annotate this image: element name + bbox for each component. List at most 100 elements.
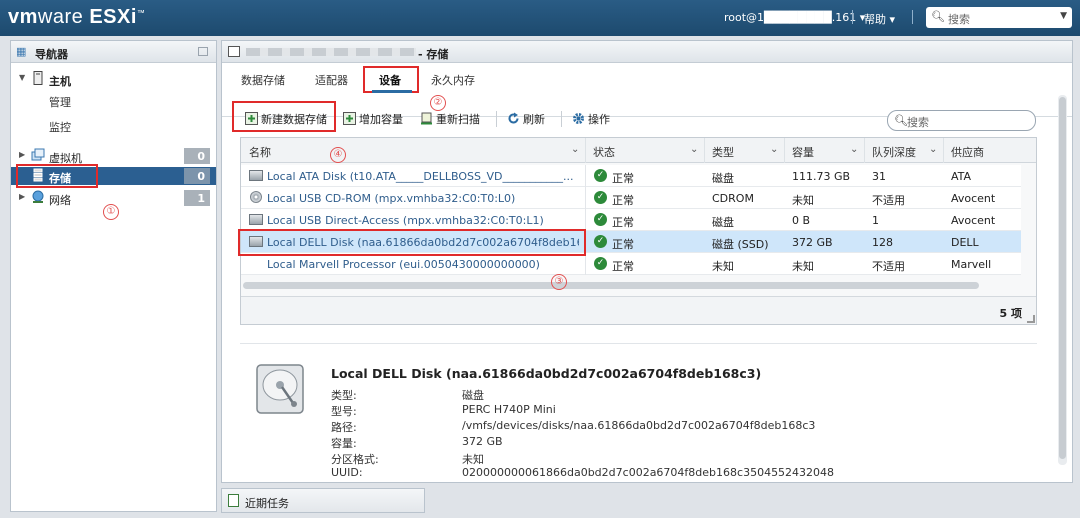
panel-title: - 存储 xyxy=(418,48,449,61)
collapse-panel-button[interactable] xyxy=(198,47,208,56)
column-header-vendor[interactable]: 供应商 xyxy=(951,144,984,160)
detail-value: PERC H740P Mini xyxy=(462,403,556,416)
highlight-box-new-datastore xyxy=(232,101,336,132)
chevron-down-icon[interactable]: ⌄ xyxy=(571,144,579,155)
nav-item-host-label: 主机 xyxy=(49,75,71,88)
type-cell: 磁盘 xyxy=(712,172,734,185)
tab-datastores[interactable]: 数据存储 xyxy=(241,72,285,88)
chevron-down-icon[interactable]: ⌄ xyxy=(929,144,937,155)
toolbar-separator xyxy=(561,111,562,127)
device-name-link[interactable]: Local USB CD-ROM (mpx.vmhba32:C0:T0:L0) xyxy=(267,192,579,205)
top-bar: vmware ESXi™ root@1████████.161 ▾ 帮助 ▾ 🔍… xyxy=(0,0,1080,36)
tab-devices[interactable]: 设备 xyxy=(379,72,401,88)
detail-value: 未知 xyxy=(462,453,484,466)
tab-adapters[interactable]: 适配器 xyxy=(315,72,348,88)
status-cell: 正常 xyxy=(612,260,634,273)
item-count: 5 项 xyxy=(999,307,1022,320)
check-circle-icon: ✓ xyxy=(594,169,607,182)
status-cell: 正常 xyxy=(612,238,634,251)
actions-button[interactable]: 操作 xyxy=(572,111,610,127)
increase-capacity-button[interactable]: 增加容量 xyxy=(343,111,403,127)
table-row[interactable]: Local ATA Disk (t10.ATA_____DELLBOSS_VD_… xyxy=(241,165,1021,187)
detail-label: UUID: xyxy=(331,466,363,479)
chevron-down-icon: ▼ xyxy=(1060,11,1067,21)
host-icon xyxy=(33,71,43,85)
column-divider xyxy=(585,187,586,209)
column-divider xyxy=(943,138,944,163)
column-divider xyxy=(784,138,785,163)
device-search-input[interactable]: 🔍︎ 搜索 xyxy=(887,110,1036,131)
nav-item-manage[interactable]: 管理 xyxy=(49,94,71,110)
search-icon: 🔍︎ xyxy=(931,10,945,23)
rescan-label: 重新扫描 xyxy=(436,113,480,126)
queue-depth-cell: 1 xyxy=(872,214,879,227)
annotation-number-1: ① xyxy=(103,204,119,220)
annotation-number-3: ③ xyxy=(551,274,567,290)
table-row[interactable]: Local USB Direct-Access (mpx.vmhba32:C0:… xyxy=(241,209,1021,231)
help-menu[interactable]: 帮助 ▾ xyxy=(864,11,895,27)
table-header: 名称 ⌄ 状态 ⌄ 类型 ⌄ 容量 ⌄ 队列深度 ⌄ 供应商 xyxy=(241,138,1036,163)
scrollbar-thumb[interactable] xyxy=(1059,97,1066,459)
detail-value: 磁盘 xyxy=(462,389,484,402)
device-name-link[interactable]: Local USB Direct-Access (mpx.vmhba32:C0:… xyxy=(267,214,579,227)
vendor-cell: DELL xyxy=(951,236,979,249)
user-menu[interactable]: root@1████████.161 ▾ xyxy=(724,11,865,24)
vendor-cell: Avocent xyxy=(951,192,996,205)
resize-grip-icon[interactable] xyxy=(1027,315,1035,323)
recent-tasks-button[interactable]: 近期任务 xyxy=(221,488,425,513)
horizontal-scrollbar[interactable] xyxy=(243,282,979,289)
column-header-queue-depth[interactable]: 队列深度 xyxy=(872,144,916,160)
detail-label: 类型: xyxy=(331,389,357,402)
disk-icon xyxy=(249,214,263,225)
vertical-scrollbar[interactable] xyxy=(1058,95,1067,465)
annotation-number-4: ④ xyxy=(330,147,346,163)
column-header-name[interactable]: 名称 xyxy=(249,144,271,160)
rescan-button[interactable]: 重新扫描 xyxy=(420,111,480,127)
device-name-link[interactable]: Local Marvell Processor (eui.00504300000… xyxy=(267,258,579,271)
refresh-icon xyxy=(508,112,519,124)
column-header-type[interactable]: 类型 xyxy=(712,144,734,160)
column-header-status[interactable]: 状态 xyxy=(593,144,615,160)
tab-persistent-memory[interactable]: 永久内存 xyxy=(431,72,475,88)
refresh-button[interactable]: 刷新 xyxy=(507,111,545,127)
increase-capacity-label: 增加容量 xyxy=(359,113,403,126)
capacity-cell: 372 GB xyxy=(792,236,833,249)
table-row[interactable]: Local Marvell Processor (eui.00504300000… xyxy=(241,253,1021,275)
check-circle-icon: ✓ xyxy=(594,191,607,204)
type-cell: 磁盘 (SSD) xyxy=(712,238,769,251)
global-search[interactable]: 🔍︎ 搜索 ▼ xyxy=(926,7,1072,28)
expand-arrow-icon[interactable]: ▶ xyxy=(19,150,25,159)
top-separator xyxy=(912,10,913,24)
nav-item-monitor[interactable]: 监控 xyxy=(49,119,71,135)
chevron-down-icon[interactable]: ⌄ xyxy=(690,144,698,155)
nav-item-vms[interactable]: ▶ 虚拟机 0 xyxy=(11,147,216,165)
vendor-cell: ATA xyxy=(951,170,972,183)
status-cell: 正常 xyxy=(612,194,634,207)
device-detail-title: Local DELL Disk (naa.61866da0bd2d7c002a6… xyxy=(331,366,762,381)
recent-tasks-label: 近期任务 xyxy=(245,497,289,510)
table-row[interactable]: Local USB CD-ROM (mpx.vmhba32:C0:T0:L0) … xyxy=(241,187,1021,209)
search-icon: 🔍︎ xyxy=(894,114,908,127)
chevron-down-icon[interactable]: ⌄ xyxy=(770,144,778,155)
cdrom-icon xyxy=(250,191,262,203)
navigator-panel: ▦ 导航器 ▼ 主机 管理 监控 ▶ 虚拟机 0 存储 0 ▶ 网络 1 xyxy=(10,40,217,512)
count-badge: 0 xyxy=(184,148,210,164)
chevron-down-icon[interactable]: ⌄ xyxy=(850,144,858,155)
detail-value: 020000000061866da0bd2d7c002a6704f8deb168… xyxy=(462,466,835,479)
rescan-icon xyxy=(421,112,432,125)
detail-label: 分区格式: xyxy=(331,453,379,466)
detail-value: 372 GB xyxy=(462,435,503,448)
host-window-icon xyxy=(228,46,240,57)
status-cell: 正常 xyxy=(612,172,634,185)
nav-item-host[interactable]: ▼ 主机 xyxy=(11,70,216,88)
refresh-label: 刷新 xyxy=(523,113,545,126)
column-header-capacity[interactable]: 容量 xyxy=(792,144,814,160)
check-circle-icon: ✓ xyxy=(594,235,607,248)
expand-arrow-icon[interactable]: ▼ xyxy=(19,73,25,82)
device-name-link[interactable]: Local ATA Disk (t10.ATA_____DELLBOSS_VD_… xyxy=(267,170,579,183)
expand-arrow-icon[interactable]: ▶ xyxy=(19,192,25,201)
column-divider xyxy=(585,253,586,275)
gear-icon xyxy=(573,113,584,124)
nav-item-label: 网络 xyxy=(49,194,71,207)
detail-label: 型号: xyxy=(331,405,357,418)
